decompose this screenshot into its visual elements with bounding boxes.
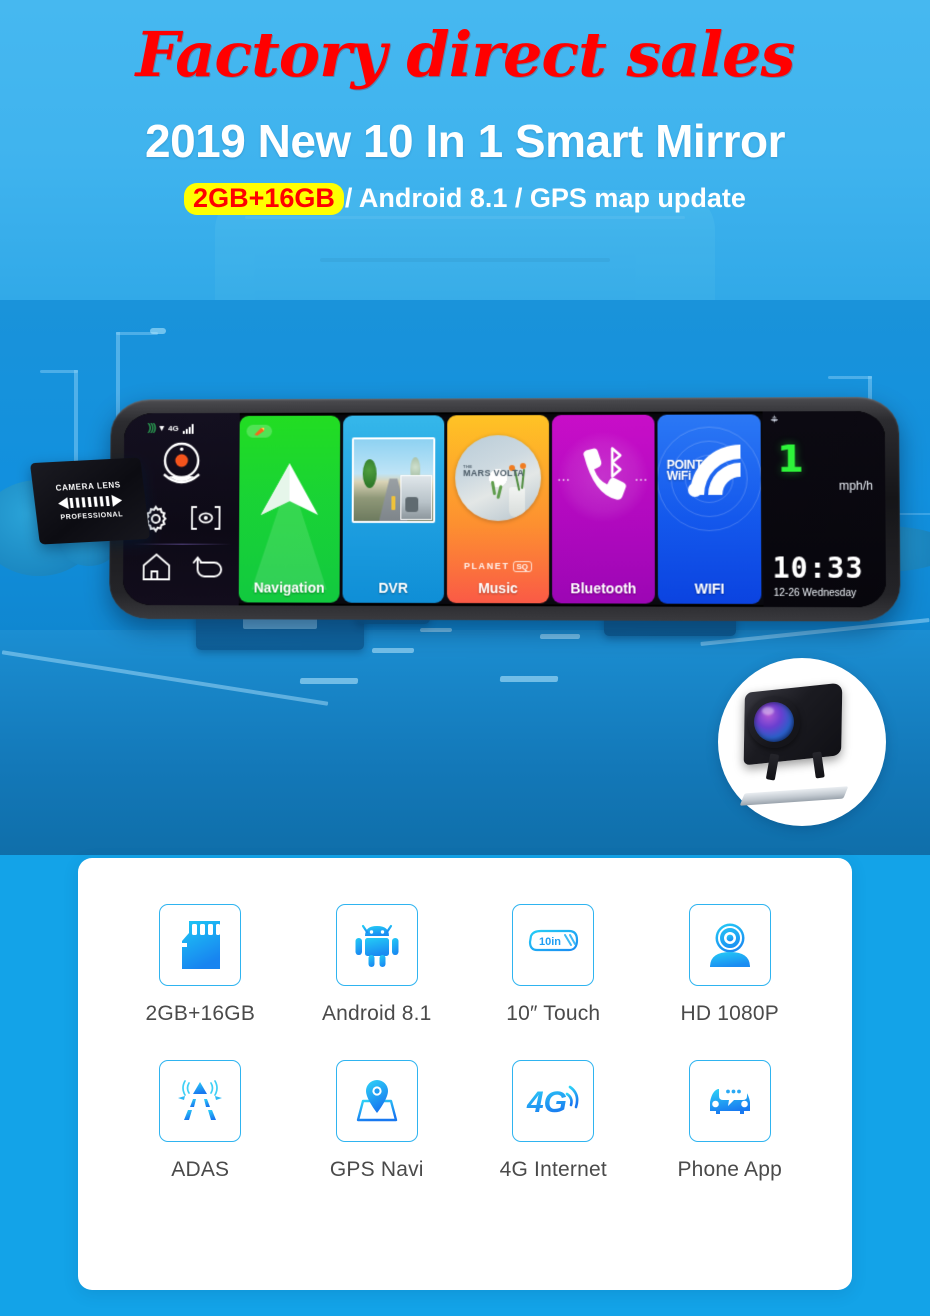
camera-record-icon[interactable] — [154, 441, 209, 492]
lane-departure-icon — [159, 1060, 242, 1142]
spec-subtitle: 2GB+16GB / Android 8.1 / GPS map update — [0, 183, 930, 215]
cd-album-icon: THE MARS VOLTA — [455, 435, 542, 522]
spec-subtitle-rest: / Android 8.1 / GPS map update — [344, 183, 746, 213]
gps-signal-icon: ))) — [147, 422, 156, 434]
feature-item[interactable]: Phone App — [642, 1060, 819, 1182]
back-icon[interactable] — [190, 552, 222, 587]
app-tile-label: WIFI — [694, 580, 725, 597]
bluetooth-phone-icon — [572, 446, 634, 507]
status-bar: ))) ▾ 4G — [124, 419, 240, 435]
feature-item[interactable]: 10in 10″ Touch — [465, 904, 642, 1026]
app-tile-music[interactable]: THE MARS VOLTA PLANET SQ Music — [446, 415, 550, 604]
speed-unit: mph/h — [838, 478, 874, 493]
album-leaf — [496, 484, 503, 500]
camera-lens-card-accessory: CAMERA LENS PROFESSIONAL — [29, 457, 151, 545]
rear-view-camera — [718, 658, 886, 826]
camera-lens — [748, 696, 800, 748]
feature-label: ADAS — [171, 1158, 230, 1181]
signal-bars-icon — [182, 423, 194, 434]
album-brand-name: PLANET — [463, 560, 510, 572]
feature-label: Android 8.1 — [321, 1002, 432, 1025]
map-pin-icon — [335, 1060, 418, 1142]
lane-dash — [371, 648, 415, 653]
rocket-icon — [246, 424, 273, 438]
control-divider — [133, 543, 232, 545]
double-arrow-icon — [58, 494, 123, 510]
smart-mirror-device: CAMERA LENS PROFESSIONAL ))) ▾ 4G Naviga… — [29, 396, 901, 633]
feature-item[interactable]: 4G 4G Internet — [465, 1060, 642, 1182]
viewfinder-icon[interactable] — [188, 504, 222, 539]
feature-label: 10″ Touch — [506, 1002, 601, 1025]
product-ad-page: 高速公路 Expressway ↑ ← — [0, 0, 930, 1316]
album-vase — [508, 486, 526, 518]
feature-card: 2GB+16GB Android 8.1 10in 10″ Touch HD 1… — [78, 858, 852, 1290]
dashcam-photo-icon — [351, 437, 436, 523]
app-tile-label: Music — [478, 580, 518, 597]
street-lamp-head — [150, 328, 166, 334]
app-tile-label: Navigation — [253, 579, 325, 596]
mirror-screen[interactable]: ))) ▾ 4G Navigation DVR THE MARS VOLTA P… — [122, 411, 887, 608]
bluetooth-dots-right: ⋯ — [634, 471, 650, 487]
home-icon[interactable] — [140, 552, 172, 587]
mirror-bezel: ))) ▾ 4G Navigation DVR THE MARS VOLTA P… — [109, 396, 901, 622]
app-tile-navigation[interactable]: Navigation — [238, 415, 341, 603]
clock-date: 12-26 Wednesday — [773, 587, 857, 600]
street-lamp-arm — [40, 370, 78, 373]
app-tile-label: DVR — [378, 579, 408, 596]
mirror-size-text: 10in — [539, 936, 561, 948]
lane-dash — [499, 676, 559, 682]
app-tile-wifi[interactable]: POINT WiFi WIFI — [657, 414, 762, 604]
lens-card-subtitle: PROFESSIONAL — [60, 511, 124, 522]
usb-icon: ⎈ — [770, 414, 779, 425]
album-brand: PLANET SQ — [447, 560, 549, 573]
feature-item[interactable]: 2GB+16GB — [112, 904, 289, 1026]
app-tile-label: Bluetooth — [570, 580, 637, 597]
album-brand-tag: SQ — [512, 561, 533, 573]
dashcam-tree — [362, 458, 377, 489]
bluetooth-dots-left: ⋯ — [557, 471, 573, 487]
app-tile-row: Navigation DVR THE MARS VOLTA PLANET SQ … — [238, 411, 764, 607]
feature-label: HD 1080P — [680, 1002, 779, 1025]
4g-signal-icon: 4G — [512, 1060, 595, 1142]
app-tile-bluetooth[interactable]: ⋯ ⋯ Bluetooth — [552, 414, 655, 604]
album-artist: MARS VOLTA — [463, 468, 525, 479]
feature-label: 4G Internet — [499, 1158, 607, 1181]
feature-label: GPS Navi — [329, 1158, 424, 1181]
wifi-icon: ▾ — [159, 422, 165, 434]
headline-factory-direct: Factory direct sales — [135, 18, 796, 91]
camera-icon — [688, 904, 771, 986]
dashcam-cone — [391, 496, 396, 510]
sd-card-icon — [159, 904, 242, 986]
memory-badge: 2GB+16GB — [184, 183, 344, 215]
album-leaf — [490, 480, 497, 496]
feature-item[interactable]: GPS Navi — [289, 1060, 466, 1182]
feature-item[interactable]: Android 8.1 — [289, 904, 466, 1026]
ad-header: Factory direct sales 2019 New 10 In 1 Sm… — [0, 0, 930, 230]
lane-dash — [299, 678, 359, 684]
feature-label: 2GB+16GB — [145, 1002, 256, 1025]
network-label: 4G — [168, 423, 179, 433]
album-artist-text: THE MARS VOLTA — [463, 464, 525, 479]
car-chat-icon — [688, 1060, 771, 1142]
feature-label: Phone App — [677, 1158, 783, 1181]
mirror-screen-icon: 10in — [512, 904, 595, 986]
camera-mount-plate — [739, 786, 849, 806]
wifi-signal-icon — [686, 441, 749, 504]
feature-grid: 2GB+16GB Android 8.1 10in 10″ Touch HD 1… — [112, 904, 818, 1182]
feature-item[interactable]: ADAS — [112, 1060, 289, 1182]
speed-clock-panel: ⎈ 1 mph/h 10:33 12-26 Wednesday — [762, 411, 887, 608]
app-tile-dvr[interactable]: DVR — [342, 415, 445, 603]
control-row-nav — [131, 552, 231, 587]
navigation-arrow-icon — [259, 461, 320, 524]
page-title: 2019 New 10 In 1 Smart Mirror — [144, 115, 786, 167]
4g-text: 4G — [526, 1086, 567, 1119]
dashcam-pip-view — [400, 475, 433, 520]
lane-dash — [539, 634, 581, 639]
feature-item[interactable]: HD 1080P — [642, 904, 819, 1026]
android-robot-icon — [335, 904, 418, 986]
clock-time: 10:33 — [772, 551, 864, 585]
street-lamp-arm — [828, 376, 872, 379]
speed-value: 1 — [776, 436, 805, 481]
